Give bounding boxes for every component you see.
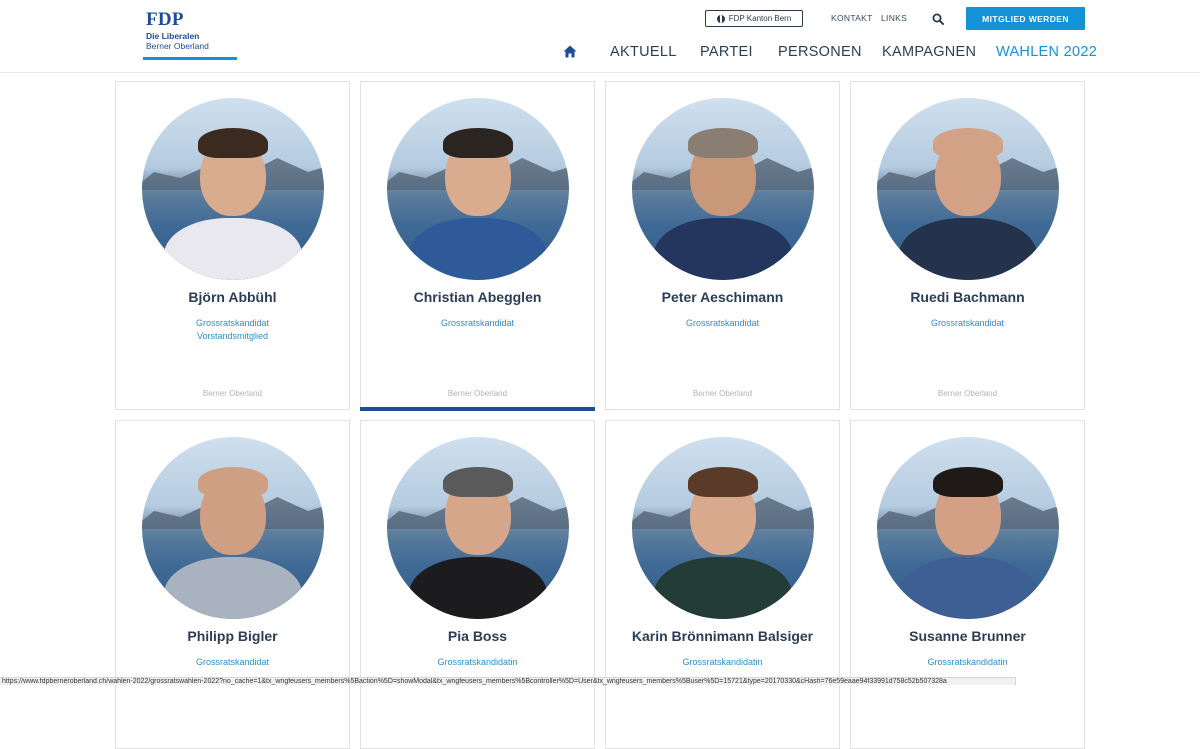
fdp-logo[interactable]: FDP Die Liberalen Berner Oberland <box>143 10 237 60</box>
person-card[interactable]: Philipp Bigler Grossratskandidat <box>115 420 350 749</box>
person-card[interactable]: Björn Abbühl Grossratskandidat Vorstands… <box>115 81 350 410</box>
portrait-photo <box>877 437 1059 619</box>
card-hover-underline <box>360 407 595 411</box>
mitglied-werden-button[interactable]: MITGLIED WERDEN <box>966 7 1085 30</box>
person-name: Karin Brönnimann Balsiger <box>631 628 814 644</box>
person-region: Berner Oberland <box>202 389 263 398</box>
person-region: Berner Oberland <box>692 389 753 398</box>
person-card[interactable]: Pia Boss Grossratskandidatin <box>360 420 595 749</box>
person-role: Vorstandsmitglied <box>196 331 269 341</box>
portrait-photo <box>387 98 569 280</box>
nav-partei[interactable]: PARTEI <box>700 44 753 60</box>
person-role: Grossratskandidat <box>930 318 1005 328</box>
portrait-photo <box>632 98 814 280</box>
nav-aktuell[interactable]: AKTUELL <box>610 44 677 60</box>
person-card[interactable]: Christian Abegglen Grossratskandidat Ber… <box>360 81 595 411</box>
person-name: Pia Boss <box>447 628 508 644</box>
browser-status-url: https://www.fdpberneroberland.ch/wahlen-… <box>0 677 1016 685</box>
person-name: Peter Aeschimann <box>661 289 784 305</box>
logo-underline <box>143 57 237 60</box>
portrait-photo <box>142 98 324 280</box>
person-card[interactable]: Ruedi Bachmann Grossratskandidat Berner … <box>850 81 1085 410</box>
portrait-photo <box>632 437 814 619</box>
person-card[interactable]: Susanne Brunner Grossratskandidatin <box>850 420 1085 749</box>
person-role: Grossratskandidat <box>195 318 270 328</box>
logo-line-2: Berner Oberland <box>146 41 209 51</box>
kontakt-link[interactable]: KONTAKT <box>831 13 873 23</box>
person-name: Susanne Brunner <box>909 628 1026 644</box>
person-name: Björn Abbühl <box>188 289 277 305</box>
portrait-photo <box>142 437 324 619</box>
kanton-label: FDP Kanton Bern <box>728 14 792 23</box>
person-role: Grossratskandidatin <box>437 657 518 667</box>
globe-icon <box>716 14 725 23</box>
kanton-bern-link[interactable]: FDP Kanton Bern <box>705 10 803 27</box>
person-role: Grossratskandidatin <box>927 657 1008 667</box>
links-link[interactable]: LINKS <box>881 13 907 23</box>
portrait-photo <box>877 98 1059 280</box>
person-role: Grossratskandidat <box>440 318 515 328</box>
portrait-photo <box>387 437 569 619</box>
logo-line-1: Die Liberalen <box>146 31 200 41</box>
logo-title: FDP <box>146 9 184 30</box>
person-region: Berner Oberland <box>937 389 998 398</box>
person-card[interactable]: Peter Aeschimann Grossratskandidat Berne… <box>605 81 840 410</box>
person-name: Ruedi Bachmann <box>910 289 1025 305</box>
person-region: Berner Oberland <box>447 389 508 398</box>
person-role: Grossratskandidat <box>685 318 760 328</box>
person-name: Christian Abegglen <box>413 289 542 305</box>
nav-personen[interactable]: PERSONEN <box>778 44 862 60</box>
site-header: FDP Die Liberalen Berner Oberland FDP Ka… <box>0 0 1200 73</box>
nav-kampagnen[interactable]: KAMPAGNEN <box>882 44 976 60</box>
nav-wahlen-2022[interactable]: WAHLEN 2022 <box>996 44 1097 60</box>
search-icon[interactable] <box>932 13 944 25</box>
person-role: Grossratskandidatin <box>682 657 763 667</box>
person-name: Philipp Bigler <box>187 628 278 644</box>
person-role: Grossratskandidat <box>195 657 270 667</box>
home-icon[interactable] <box>563 45 577 58</box>
person-card[interactable]: Karin Brönnimann Balsiger Grossratskandi… <box>605 420 840 749</box>
